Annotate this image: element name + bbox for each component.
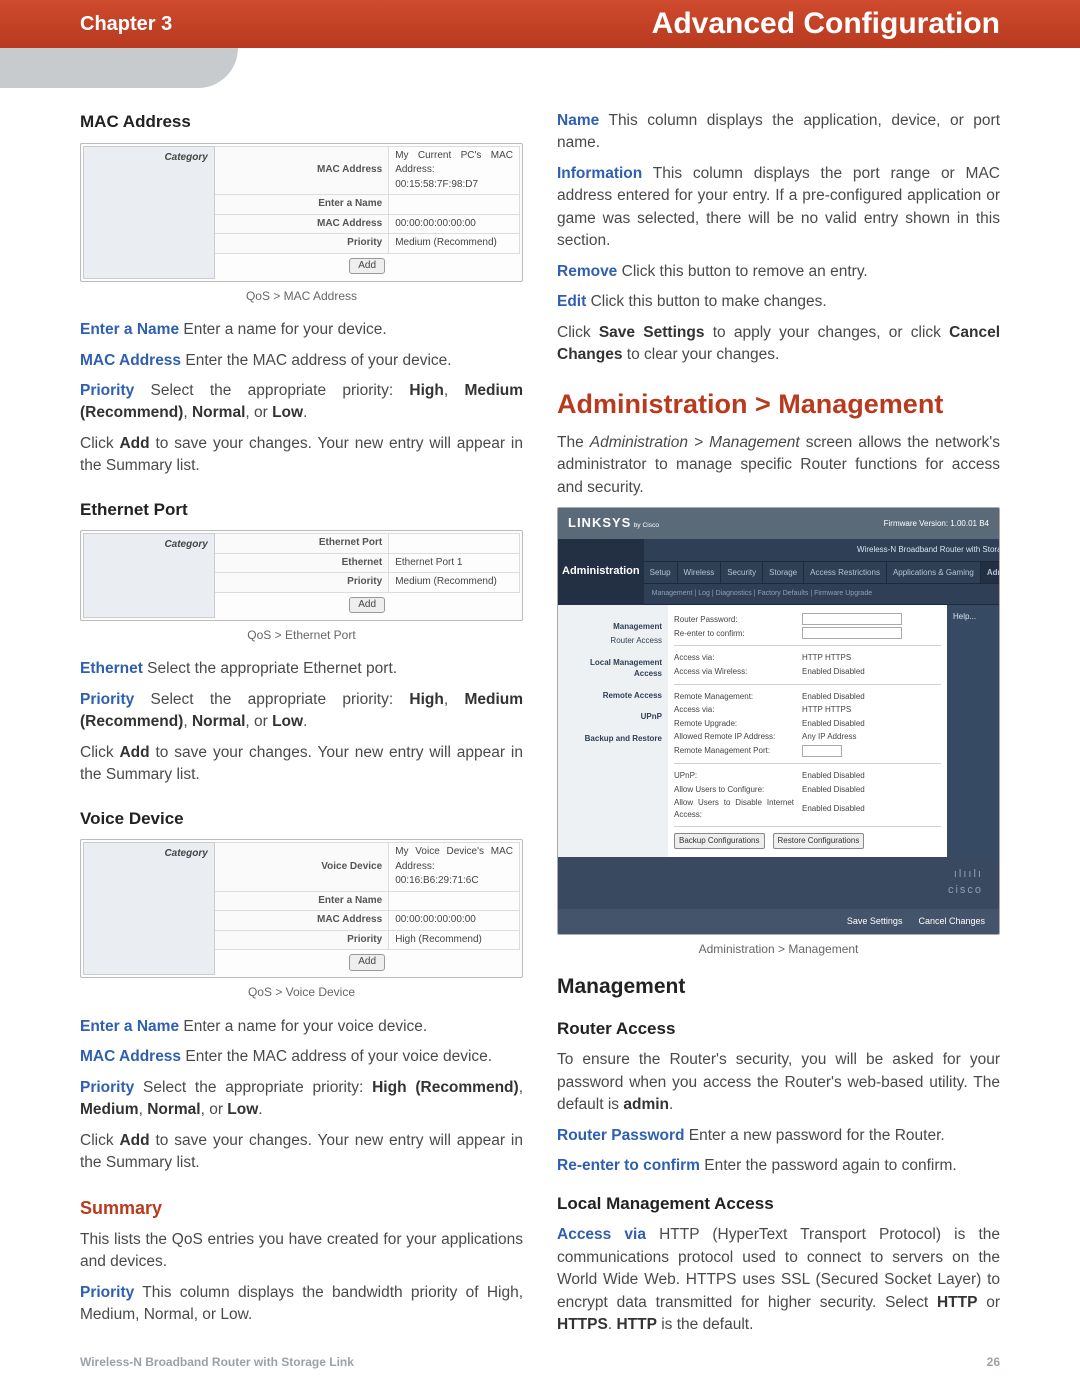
shot-group-remote: Remote Access — [564, 690, 662, 702]
heading-mac-address: MAC Address — [80, 110, 523, 135]
heading-router-access: Router Access — [557, 1017, 1000, 1042]
heading-management: Management — [557, 972, 1000, 1002]
term-summary-priority: Priority — [80, 1284, 134, 1301]
heading-local-management: Local Management Access — [557, 1192, 1000, 1217]
term-enter-name: Enter a Name — [80, 321, 179, 338]
shot-tab-wireless[interactable]: Wireless — [678, 562, 722, 584]
ep-row1-val: Medium (Recommend) — [389, 573, 520, 593]
header-tab-shape — [0, 48, 238, 88]
shot-group-lma: Local Management Access — [564, 657, 662, 680]
shot-group-router-access: Router Access — [564, 635, 662, 647]
term-ethernet: Ethernet — [80, 660, 143, 677]
ep-add-button[interactable]: Add — [349, 597, 385, 614]
shot-nav-side: Administration — [558, 539, 644, 605]
mac-row2-val: Medium (Recommend) — [389, 234, 520, 254]
shot-tab-storage[interactable]: Storage — [763, 562, 804, 584]
vd-row2-val: High (Recommend) — [389, 930, 520, 950]
shot-brand: LINKSYS — [568, 515, 631, 530]
shot-router-pw2[interactable] — [802, 627, 902, 639]
heading-admin-management: Administration > Management — [557, 385, 1000, 424]
right-column: Name This column displays the applicatio… — [557, 110, 1000, 1337]
shot-tab-apps[interactable]: Applications & Gaming — [887, 562, 981, 584]
term-reenter: Re-enter to confirm — [557, 1157, 700, 1174]
footer-page-number: 26 — [987, 1355, 1000, 1369]
shot-group-upnp: UPnP — [564, 711, 662, 723]
footer-product: Wireless-N Broadband Router with Storage… — [80, 1355, 354, 1369]
term-information: Information — [557, 165, 642, 182]
shot-cisco-logo: ılıılıcisco — [558, 857, 999, 909]
shot-subtabs: Management | Log | Diagnostics | Factory… — [644, 584, 878, 604]
chapter-label: Chapter 3 — [80, 13, 172, 36]
caption-admin-management: Administration > Management — [557, 941, 1000, 958]
term-mac-address: MAC Address — [80, 352, 181, 369]
mac-row1-label: MAC Address — [214, 214, 388, 234]
text-enter-name: Enter a name for your device. — [179, 321, 387, 338]
shot-brand-sub: by Cisco — [634, 522, 660, 529]
vd-category-label: Category — [84, 843, 215, 975]
shot-title: Wireless-N Broadband Router with Storage… — [857, 545, 1000, 554]
shot-tab-setup[interactable]: Setup — [644, 562, 678, 584]
term-router-password: Router Password — [557, 1127, 684, 1144]
ep-row0-val: Ethernet Port 1 — [389, 553, 520, 573]
term-vd-priority: Priority — [80, 1079, 134, 1096]
term-remove: Remove — [557, 263, 617, 280]
screenshot-admin-management: LINKSYS by Cisco Firmware Version: 1.00.… — [557, 507, 1000, 935]
ep-row1-label: Priority — [214, 573, 388, 593]
shot-cancel-changes[interactable]: Cancel Changes — [918, 915, 985, 928]
shot-save-settings[interactable]: Save Settings — [847, 915, 903, 928]
shot-help-link[interactable]: Help... — [953, 612, 976, 621]
mac-info: My Current PC's MAC Address: 00:15:58:7F… — [389, 146, 520, 195]
page-title: Advanced Configuration — [652, 7, 1000, 41]
mac-row2-label: Priority — [214, 234, 388, 254]
ep-category-label: Category — [84, 534, 215, 618]
term-ep-priority: Priority — [80, 691, 134, 708]
ep-selector: Ethernet Port — [214, 534, 388, 554]
shot-restore-button[interactable]: Restore Configurations — [773, 833, 865, 849]
page-footer: Wireless-N Broadband Router with Storage… — [80, 1355, 1000, 1369]
term-access-via: Access via — [557, 1226, 646, 1243]
shot-router-pw[interactable] — [802, 613, 902, 625]
vd-add-button[interactable]: Add — [349, 954, 385, 971]
text-mac-address: Enter the MAC address of your device. — [181, 352, 452, 369]
heading-voice-device: Voice Device — [80, 807, 523, 832]
vd-row1-val: 00:00:00:00:00:00 — [389, 911, 520, 931]
mac-add-button[interactable]: Add — [349, 258, 385, 275]
vd-row1-label: MAC Address — [214, 911, 388, 931]
shot-tab-security[interactable]: Security — [721, 562, 763, 584]
shot-backup-button[interactable]: Backup Configurations — [674, 833, 765, 849]
ep-row0-label: Ethernet — [214, 553, 388, 573]
mac-category-label: Category — [84, 146, 215, 278]
heading-ethernet-port: Ethernet Port — [80, 498, 523, 523]
vd-row0-val — [389, 891, 520, 911]
caption-qos-voice: QoS > Voice Device — [80, 984, 523, 1001]
page-header: Chapter 3 Advanced Configuration — [0, 0, 1080, 48]
screenshot-qos-ethernet: Category Ethernet Port EthernetEthernet … — [80, 530, 523, 621]
term-vd-mac: MAC Address — [80, 1048, 181, 1065]
left-column: MAC Address Category MAC Address My Curr… — [80, 110, 523, 1337]
shot-group-backup: Backup and Restore — [564, 733, 662, 745]
shot-remote-port[interactable] — [802, 745, 842, 757]
summary-text: This lists the QoS entries you have crea… — [80, 1229, 523, 1274]
shot-tab-access[interactable]: Access Restrictions — [804, 562, 887, 584]
shot-group-mgmt: Management — [564, 621, 662, 633]
term-name: Name — [557, 112, 599, 129]
term-edit: Edit — [557, 293, 586, 310]
mac-selector: MAC Address — [214, 146, 388, 195]
screenshot-qos-voice: Category Voice Device My Voice Device's … — [80, 839, 523, 978]
term-mac-priority: Priority — [80, 382, 134, 399]
heading-summary: Summary — [80, 1195, 523, 1221]
caption-qos-ethernet: QoS > Ethernet Port — [80, 627, 523, 644]
mac-row0-val — [389, 195, 520, 215]
shot-tab-admin[interactable]: Administration — [981, 562, 1000, 584]
shot-fw: Firmware Version: 1.00.01 B4 — [884, 518, 989, 530]
mac-row1-val: 00:00:00:00:00:00 — [389, 214, 520, 234]
mac-row0-label: Enter a Name — [214, 195, 388, 215]
screenshot-qos-mac: Category MAC Address My Current PC's MAC… — [80, 143, 523, 282]
vd-row2-label: Priority — [214, 930, 388, 950]
caption-qos-mac: QoS > MAC Address — [80, 288, 523, 305]
vd-selector: Voice Device — [214, 843, 388, 892]
vd-info: My Voice Device's MAC Address: 00:16:B6:… — [389, 843, 520, 892]
vd-row0-label: Enter a Name — [214, 891, 388, 911]
term-vd-name: Enter a Name — [80, 1018, 179, 1035]
